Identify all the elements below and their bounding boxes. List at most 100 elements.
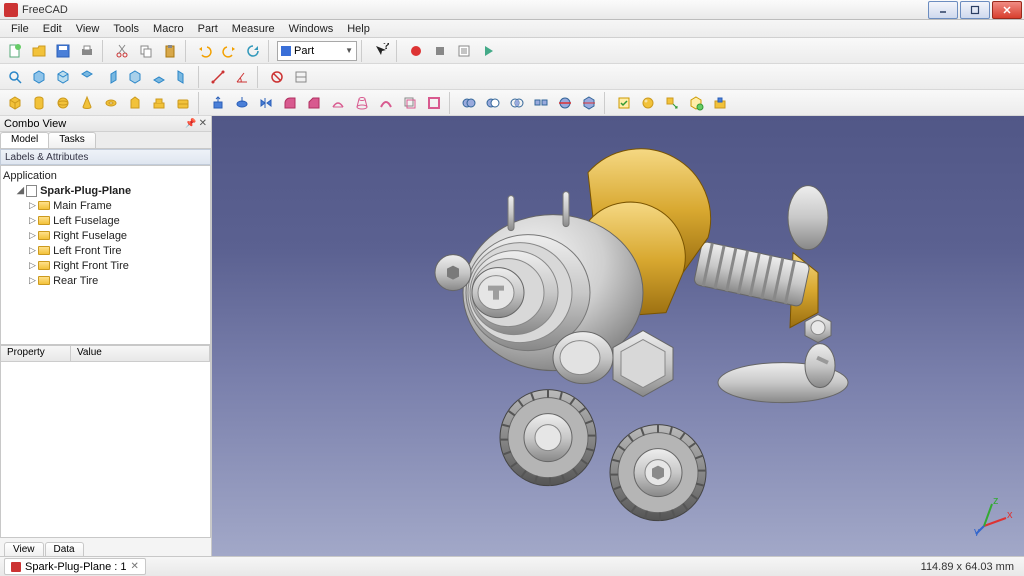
fillet-icon[interactable] <box>279 92 301 114</box>
col-value[interactable]: Value <box>71 346 210 361</box>
new-document-icon[interactable] <box>4 40 26 62</box>
revolve-icon[interactable] <box>231 92 253 114</box>
window-buttons <box>928 1 1024 19</box>
cylinder-primitive-icon[interactable] <box>28 92 50 114</box>
copy-icon[interactable] <box>135 40 157 62</box>
more-primitives-icon[interactable] <box>148 92 170 114</box>
menu-tools[interactable]: Tools <box>106 22 146 36</box>
macro-run-icon[interactable] <box>477 40 499 62</box>
menu-part[interactable]: Part <box>191 22 225 36</box>
tab-data[interactable]: Data <box>45 542 84 556</box>
document-tab[interactable]: Spark-Plug-Plane : 1 ✕ <box>4 558 146 575</box>
ruled-surface-icon[interactable] <box>327 92 349 114</box>
minimize-button[interactable] <box>928 1 958 19</box>
macro-list-icon[interactable] <box>453 40 475 62</box>
menu-edit[interactable]: Edit <box>36 22 69 36</box>
open-icon[interactable] <box>28 40 50 62</box>
svg-text:x: x <box>1007 509 1013 521</box>
measure-angular-icon[interactable] <box>231 66 253 88</box>
menu-windows[interactable]: Windows <box>282 22 341 36</box>
attachment-icon[interactable] <box>709 92 731 114</box>
cube-primitive-icon[interactable] <box>4 92 26 114</box>
boolean-common-icon[interactable] <box>506 92 528 114</box>
view-top-icon[interactable] <box>76 66 98 88</box>
macro-stop-icon[interactable] <box>429 40 451 62</box>
toggle-all-icon[interactable] <box>290 66 312 88</box>
sphere-primitive-icon[interactable] <box>52 92 74 114</box>
tab-view[interactable]: View <box>4 542 44 556</box>
tree-document-label[interactable]: Spark-Plug-Plane <box>40 185 131 197</box>
clear-measure-icon[interactable] <box>266 66 288 88</box>
tree-item-main-frame[interactable]: Main Frame <box>53 200 112 212</box>
view-left-icon[interactable] <box>172 66 194 88</box>
tab-tasks[interactable]: Tasks <box>48 132 96 148</box>
refresh-icon[interactable] <box>242 40 264 62</box>
workbench-selector[interactable]: Part ▼ <box>277 41 357 61</box>
view-iso-icon[interactable] <box>28 66 50 88</box>
undo-icon[interactable] <box>194 40 216 62</box>
offset-icon[interactable] <box>399 92 421 114</box>
print-icon[interactable] <box>76 40 98 62</box>
refine-icon[interactable] <box>685 92 707 114</box>
document-tab-close-icon[interactable]: ✕ <box>131 561 139 572</box>
view-rear-icon[interactable] <box>124 66 146 88</box>
mirror-icon[interactable] <box>255 92 277 114</box>
thickness-icon[interactable] <box>423 92 445 114</box>
redo-icon[interactable] <box>218 40 240 62</box>
tab-model[interactable]: Model <box>0 132 49 148</box>
tree-expand-icon[interactable]: ◢ <box>15 185 26 196</box>
menu-help[interactable]: Help <box>340 22 377 36</box>
folder-icon <box>38 246 50 255</box>
tree-collapse-icon[interactable]: ▷ <box>27 200 38 211</box>
view-bottom-icon[interactable] <box>148 66 170 88</box>
loft-icon[interactable] <box>351 92 373 114</box>
sweep-icon[interactable] <box>375 92 397 114</box>
menu-measure[interactable]: Measure <box>225 22 282 36</box>
fit-all-icon[interactable] <box>4 66 26 88</box>
check-geometry-icon[interactable] <box>613 92 635 114</box>
menu-macro[interactable]: Macro <box>146 22 191 36</box>
tree-collapse-icon[interactable]: ▷ <box>27 260 38 271</box>
shape-builder-icon[interactable] <box>172 92 194 114</box>
tree-collapse-icon[interactable]: ▷ <box>27 215 38 226</box>
save-icon[interactable] <box>52 40 74 62</box>
measure-linear-icon[interactable] <box>207 66 229 88</box>
tree-item-rear-tire[interactable]: Rear Tire <box>53 275 98 287</box>
torus-primitive-icon[interactable] <box>100 92 122 114</box>
tree-item-left-front-tire[interactable]: Left Front Tire <box>53 245 121 257</box>
labels-attributes-header[interactable]: Labels & Attributes <box>0 149 211 165</box>
boolean-union-icon[interactable] <box>458 92 480 114</box>
prism-primitive-icon[interactable] <box>124 92 146 114</box>
tree-collapse-icon[interactable]: ▷ <box>27 230 38 241</box>
tree-item-right-fuselage[interactable]: Right Fuselage <box>53 230 127 242</box>
macro-record-icon[interactable] <box>405 40 427 62</box>
close-button[interactable] <box>992 1 1022 19</box>
3d-viewport[interactable]: x z y <box>212 116 1024 556</box>
menu-view[interactable]: View <box>69 22 107 36</box>
cross-section-icon[interactable] <box>578 92 600 114</box>
tree-item-left-fuselage[interactable]: Left Fuselage <box>53 215 120 227</box>
view-right-icon[interactable] <box>100 66 122 88</box>
tree-collapse-icon[interactable]: ▷ <box>27 245 38 256</box>
maximize-button[interactable] <box>960 1 990 19</box>
cone-primitive-icon[interactable] <box>76 92 98 114</box>
chamfer-icon[interactable] <box>303 92 325 114</box>
pin-icon[interactable]: 📌 <box>185 118 196 129</box>
tree-item-right-front-tire[interactable]: Right Front Tire <box>53 260 129 272</box>
model-tree[interactable]: Application ◢ Spark-Plug-Plane ▷ Main Fr… <box>0 165 211 345</box>
appearance-icon[interactable] <box>637 92 659 114</box>
folder-icon <box>38 261 50 270</box>
panel-close-icon[interactable]: ✕ <box>199 118 207 129</box>
menu-file[interactable]: File <box>4 22 36 36</box>
paste-icon[interactable] <box>159 40 181 62</box>
boolean-cut-icon[interactable] <box>482 92 504 114</box>
col-property[interactable]: Property <box>1 346 71 361</box>
tree-collapse-icon[interactable]: ▷ <box>27 275 38 286</box>
whats-this-icon[interactable]: ? <box>370 40 392 62</box>
compound-icon[interactable] <box>530 92 552 114</box>
convert-icon[interactable] <box>661 92 683 114</box>
view-front-icon[interactable] <box>52 66 74 88</box>
cut-icon[interactable] <box>111 40 133 62</box>
section-icon[interactable] <box>554 92 576 114</box>
extrude-icon[interactable] <box>207 92 229 114</box>
